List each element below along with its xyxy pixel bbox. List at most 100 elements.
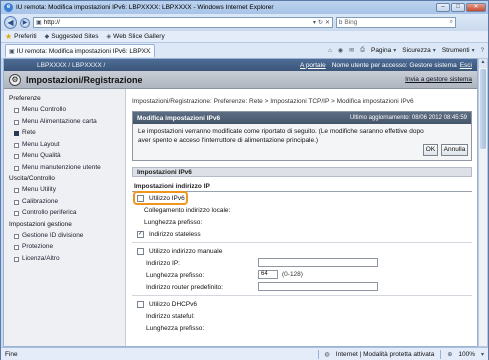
chevron-down-icon: ▾ <box>432 48 436 54</box>
scroll-up-arrow-icon[interactable]: ▲ <box>479 59 487 68</box>
user-info: Nome utente per accesso: Gestore sistema <box>331 61 457 69</box>
chevron-down-icon: ▾ <box>393 48 397 54</box>
default-router-row: Indirizzo router predefinito: <box>132 281 472 293</box>
security-menu[interactable]: Sicurezza ▾ <box>402 47 436 54</box>
prefix-length-input[interactable]: 64 <box>258 270 278 279</box>
home-icon[interactable]: ⌂ <box>328 48 332 54</box>
prefix-length-row-2: Lunghezza prefisso: 64 (0-128) <box>132 269 472 281</box>
sidebar-item-controllo-periferica[interactable]: Controllo periferica <box>4 207 125 219</box>
minimize-button[interactable]: – <box>436 3 450 12</box>
prefix-hint: (0-128) <box>282 271 303 278</box>
sidebar-item-protezione[interactable]: Protezione <box>4 241 125 253</box>
sidebar-item-menu-alimentazione-carta[interactable]: Menu Alimentazione carta <box>4 116 125 128</box>
stateful-label: Indirizzo stateful: <box>146 312 195 320</box>
last-updated: Ultimo aggiornamento: 08/06 2012 08:45:5… <box>349 115 467 121</box>
stop-icon[interactable]: ✕ <box>325 19 330 26</box>
refresh-icon[interactable]: ↻ <box>318 19 323 26</box>
scrollbar-thumb[interactable] <box>480 69 486 149</box>
zoom-level[interactable]: 100% <box>458 351 475 358</box>
chevron-down-icon[interactable]: ▾ <box>481 351 484 358</box>
cancel-button[interactable]: Annulla <box>441 144 468 156</box>
page-menu[interactable]: Pagina ▾ <box>371 47 396 54</box>
sidebar-group-impostazioni-gestione: Impostazioni gestione <box>9 220 72 228</box>
status-text: Fine <box>5 350 18 358</box>
search-placeholder: Bing <box>344 19 358 26</box>
separator <box>317 349 319 359</box>
url-field[interactable]: ▣ http:// ▾ ↻ ✕ <box>33 17 333 28</box>
sidebar-item-menu-qualita[interactable]: Menu Qualità <box>4 150 125 162</box>
close-button[interactable]: ✕ <box>466 3 486 12</box>
mail-icon[interactable]: ✉ <box>349 47 354 54</box>
stateless-checkbox[interactable]: ✓ <box>137 230 144 238</box>
sidebar-item-menu-utility[interactable]: Menu Utility <box>4 184 125 196</box>
sidebar-item-licenza-altro[interactable]: Licenza/Altro <box>4 253 125 265</box>
sidebar-item-gestione-id-divisione[interactable]: Gestione ID divisione <box>4 230 125 242</box>
favorites-button[interactable]: ★ Preferiti <box>5 32 37 41</box>
panel-body: Le impostazioni verranno modificate come… <box>133 124 471 160</box>
panel-title: Modifica impostazioni IPv6 <box>137 114 221 122</box>
tab-page-icon: ▣ <box>9 48 15 55</box>
divider <box>132 295 472 296</box>
tools-menu[interactable]: Strumenti ▾ <box>442 47 475 54</box>
browser-tab[interactable]: ▣ IU remota: Modifica impostazioni IPv6:… <box>5 44 155 57</box>
dhcpv6-row: Utilizzo DHCPv6 <box>132 298 472 310</box>
dropdown-icon[interactable]: ▾ <box>313 19 316 26</box>
logout-link[interactable]: Esci <box>460 62 472 69</box>
dhcpv6-checkbox[interactable] <box>137 300 144 308</box>
title-bar: e IU remota: Modifica impostazioni IPv6:… <box>1 1 488 14</box>
stateful-row: Indirizzo stateful: <box>132 310 472 322</box>
prefix-length-label-3: Lunghezza prefisso: <box>146 324 205 332</box>
back-button[interactable]: ◀ <box>4 16 17 29</box>
command-bar: ⌂ ◉ ✉ ⎙ Pagina ▾ Sicurezza ▾ Strumenti ▾ ? <box>328 47 484 54</box>
sidebar: Preferenze Menu Controllo Menu Alimentaz… <box>4 89 126 346</box>
sidebar-group-preferenze: Preferenze <box>9 95 41 102</box>
printer-name: LBPXXXX / LBPXXXX / <box>37 61 106 69</box>
vertical-scrollbar[interactable]: ▲ <box>478 58 488 347</box>
sidebar-item-menu-controllo[interactable]: Menu Controllo <box>4 104 125 116</box>
stateless-row: ✓ Indirizzo stateless <box>132 228 472 240</box>
use-ipv6-row: Utilizzo IPv6 <box>132 191 472 205</box>
ip-address-input[interactable] <box>258 258 378 267</box>
chevron-down-icon: ▾ <box>471 48 475 54</box>
page-title: Impostazioni/Registrazione <box>26 74 143 85</box>
default-router-input[interactable] <box>258 282 378 291</box>
divider <box>132 242 472 243</box>
search-icon[interactable]: ⌕ <box>450 19 453 26</box>
tab-bar: ▣ IU remota: Modifica impostazioni IPv6:… <box>1 43 488 58</box>
tools-menu-label: Strumenti <box>441 47 470 54</box>
send-to-admin-link[interactable]: Invia a gestore sistema <box>405 76 472 83</box>
print-icon[interactable]: ⎙ <box>360 47 365 54</box>
breadcrumb: Impostazioni/Registrazione: Preferenze: … <box>132 98 414 105</box>
maximize-button[interactable]: □ <box>451 3 465 12</box>
page-menu-label: Pagina <box>370 47 392 54</box>
edit-panel: Modifica impostazioni IPv6 Ultimo aggior… <box>132 111 472 161</box>
portal-link[interactable]: A portale <box>300 62 326 69</box>
manual-address-checkbox[interactable] <box>137 247 144 255</box>
ok-button[interactable]: OK <box>423 144 438 156</box>
star-icon: ★ <box>5 32 13 41</box>
zoom-icon[interactable]: ⊕ <box>447 351 452 358</box>
suggested-sites-label: Suggested Sites <box>51 33 99 40</box>
sidebar-item-rete[interactable]: Rete <box>4 127 125 139</box>
web-slice-label: Web Slice Gallery <box>113 33 165 40</box>
web-slice-gallery-link[interactable]: ◈ Web Slice Gallery <box>107 33 165 40</box>
sidebar-item-calibrazione[interactable]: Calibrazione <box>4 196 125 208</box>
ie-icon: e <box>4 3 13 12</box>
link-local-label: Collegamento indirizzo locale: <box>144 206 231 214</box>
zone-text: Internet | Modalità protetta attivata <box>335 350 435 358</box>
ip-address-label: Indirizzo IP: <box>146 259 180 267</box>
page-header: ⚙ Impostazioni/Registrazione Invia a ges… <box>4 71 477 89</box>
feeds-icon[interactable]: ◉ <box>338 47 343 54</box>
sidebar-item-menu-layout[interactable]: Menu Layout <box>4 139 125 151</box>
page-icon: ▣ <box>36 20 42 26</box>
prefix-length-row-1: Lunghezza prefisso: <box>132 216 472 228</box>
favorites-bar: ★ Preferiti ◆ Suggested Sites ◈ Web Slic… <box>1 31 488 43</box>
ip-address-row: Indirizzo IP: <box>132 257 472 269</box>
main-content: Impostazioni/Registrazione: Preferenze: … <box>132 89 472 346</box>
help-icon[interactable]: ? <box>481 48 484 54</box>
web-slice-icon: ◈ <box>106 34 112 40</box>
suggested-sites-link[interactable]: ◆ Suggested Sites <box>45 33 99 40</box>
forward-button[interactable]: ▶ <box>20 17 30 28</box>
search-field[interactable]: b Bing ⌕ <box>336 17 456 28</box>
sidebar-item-menu-manutenzione-utente[interactable]: Menu manutenzione utente <box>4 162 125 174</box>
